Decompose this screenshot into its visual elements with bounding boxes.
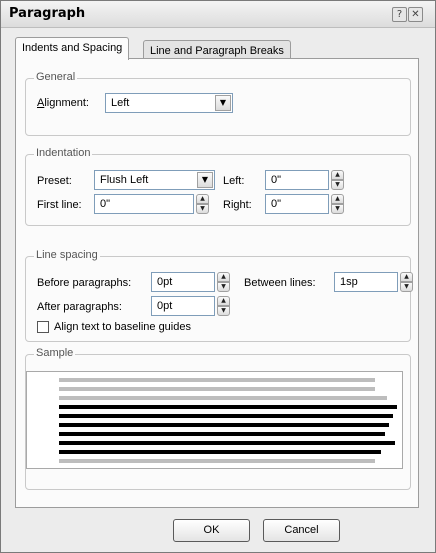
spin-down-icon[interactable]: ▼: [217, 306, 230, 316]
spin-down-icon[interactable]: ▼: [331, 180, 344, 190]
before-paragraphs-stepper[interactable]: ▲ ▼: [217, 272, 230, 292]
dialog-title: Paragraph: [9, 6, 86, 21]
title-bar: Paragraph ? ✕: [1, 1, 435, 28]
before-paragraphs-label: Before paragraphs:: [37, 277, 132, 289]
between-lines-field[interactable]: 1sp: [334, 272, 398, 292]
tab-line-and-paragraph-breaks[interactable]: Line and Paragraph Breaks: [143, 40, 291, 60]
paragraph-line: [59, 441, 395, 445]
spin-down-icon[interactable]: ▼: [196, 204, 209, 214]
sample-legend: Sample: [34, 347, 76, 359]
spin-down-icon[interactable]: ▼: [217, 282, 230, 292]
right-indent-stepper[interactable]: ▲ ▼: [331, 194, 344, 214]
left-indent-field[interactable]: 0": [265, 170, 329, 190]
baseline-guides-checkbox[interactable]: [37, 321, 49, 333]
paragraph-line: [59, 450, 381, 454]
left-label: Left:: [223, 175, 245, 187]
chevron-down-icon[interactable]: ▼: [215, 95, 231, 111]
after-paragraphs-stepper[interactable]: ▲ ▼: [217, 296, 230, 316]
spin-up-icon[interactable]: ▲: [400, 272, 413, 282]
spin-up-icon[interactable]: ▲: [196, 194, 209, 204]
chevron-down-icon[interactable]: ▼: [197, 172, 213, 188]
paragraph-line: [59, 423, 389, 427]
paragraph-dialog: Paragraph ? ✕ Indents and Spacing Line a…: [0, 0, 436, 553]
alignment-value: Left: [111, 97, 130, 109]
preview-line: [59, 378, 375, 382]
preview-line: [59, 459, 375, 463]
paragraph-line: [59, 405, 397, 409]
spin-up-icon[interactable]: ▲: [331, 170, 344, 180]
first-line-stepper[interactable]: ▲ ▼: [196, 194, 209, 214]
indentation-group: Indentation: [25, 147, 411, 226]
spin-up-icon[interactable]: ▲: [217, 296, 230, 306]
after-paragraphs-label: After paragraphs:: [37, 301, 122, 313]
help-icon[interactable]: ?: [392, 7, 407, 22]
right-label: Right:: [223, 199, 252, 211]
indentation-legend: Indentation: [34, 147, 93, 159]
preset-label: Preset:: [37, 175, 72, 187]
spin-down-icon[interactable]: ▼: [331, 204, 344, 214]
right-indent-field[interactable]: 0": [265, 194, 329, 214]
preset-value: Flush Left: [100, 174, 149, 186]
spin-down-icon[interactable]: ▼: [400, 282, 413, 292]
tab-indents-and-spacing[interactable]: Indents and Spacing: [15, 37, 130, 60]
baseline-guides-label[interactable]: Align text to baseline guides: [54, 321, 191, 333]
cancel-button[interactable]: Cancel: [263, 519, 340, 542]
line-spacing-legend: Line spacing: [34, 249, 100, 261]
ok-button[interactable]: OK: [173, 519, 250, 542]
close-icon[interactable]: ✕: [408, 7, 423, 22]
paragraph-line: [59, 432, 385, 436]
paragraph-line: [59, 414, 393, 418]
alignment-select[interactable]: Left ▼: [105, 93, 233, 113]
first-line-label: First line:: [37, 199, 82, 211]
preset-select[interactable]: Flush Left ▼: [94, 170, 215, 190]
preview-line: [59, 396, 387, 400]
between-lines-stepper[interactable]: ▲ ▼: [400, 272, 413, 292]
spin-up-icon[interactable]: ▲: [331, 194, 344, 204]
before-paragraphs-field[interactable]: 0pt: [151, 272, 215, 292]
preview-line: [59, 387, 375, 391]
spin-up-icon[interactable]: ▲: [217, 272, 230, 282]
sample-preview: [26, 371, 403, 469]
after-paragraphs-field[interactable]: 0pt: [151, 296, 215, 316]
between-lines-label: Between lines:: [244, 277, 316, 289]
first-line-indent-field[interactable]: 0": [94, 194, 194, 214]
general-legend: General: [34, 71, 78, 83]
alignment-label: Alignment:: [37, 97, 89, 109]
left-indent-stepper[interactable]: ▲ ▼: [331, 170, 344, 190]
